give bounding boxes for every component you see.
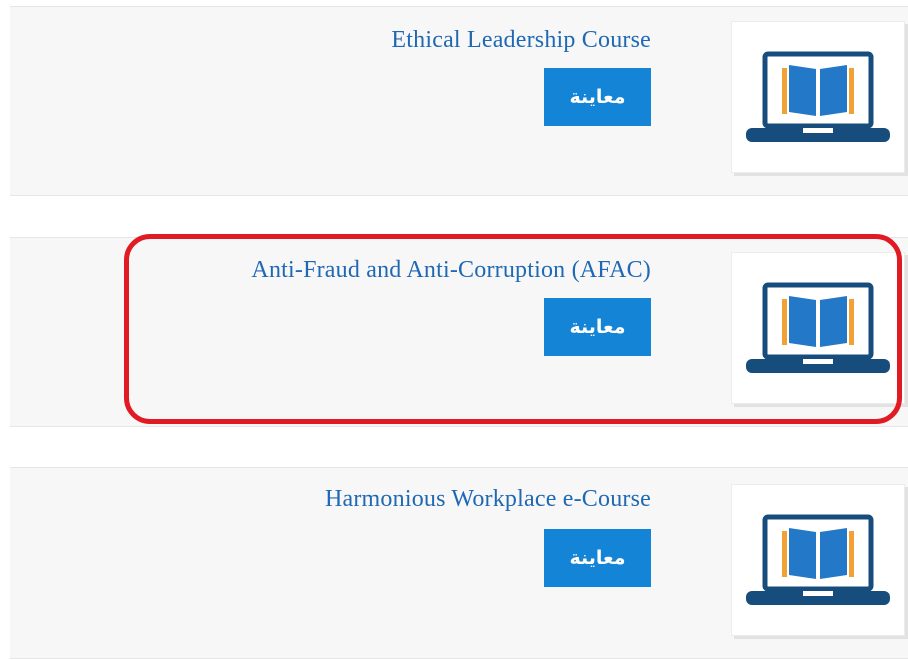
preview-button[interactable]: معاينة <box>544 68 651 126</box>
course-card-harmonious-workplace: Harmonious Workplace e-Course معاينة <box>10 467 908 659</box>
preview-button[interactable]: معاينة <box>544 529 651 587</box>
course-thumbnail[interactable] <box>731 252 905 404</box>
course-thumbnail[interactable] <box>731 21 905 173</box>
course-card-ethical-leadership: Ethical Leadership Course معاينة <box>10 6 908 196</box>
course-title-link[interactable]: Anti-Fraud and Anti-Corruption (AFAC) <box>251 257 651 284</box>
course-title-link[interactable]: Ethical Leadership Course <box>391 27 651 54</box>
laptop-book-icon <box>746 514 890 605</box>
course-thumbnail[interactable] <box>731 484 905 636</box>
course-title-link[interactable]: Harmonious Workplace e-Course <box>325 486 651 513</box>
preview-button[interactable]: معاينة <box>544 298 651 356</box>
course-card-afac: Anti-Fraud and Anti-Corruption (AFAC) مع… <box>10 237 908 427</box>
laptop-book-icon <box>746 282 890 373</box>
laptop-book-icon <box>746 51 890 142</box>
